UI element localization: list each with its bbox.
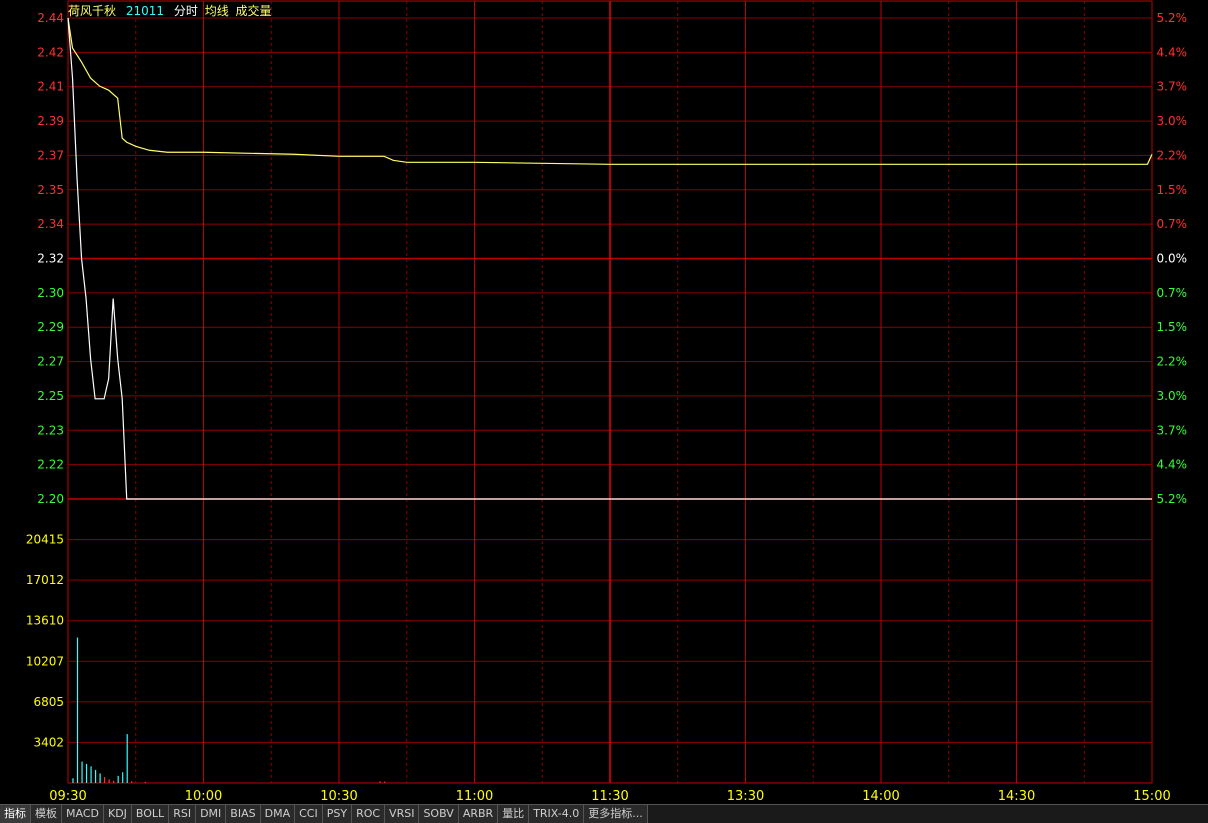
toolbar-item-17[interactable]: 更多指标...	[584, 805, 648, 823]
time-label: 11:30	[591, 789, 628, 804]
intraday-chart[interactable]: 2.44 5.2% 2.42 4.4% 2.41 3.7% 2.39 3.0% 2.37 2.2%…	[0, 0, 1208, 822]
pct-tick-label: 3.0%	[1157, 114, 1188, 128]
time-label: 09:30	[49, 789, 86, 804]
time-label: 14:00	[862, 789, 899, 804]
toolbar-item-10[interactable]: PSY	[322, 805, 353, 823]
time-label: 10:30	[320, 789, 357, 804]
stock-name: 荷风千秋	[68, 4, 117, 18]
toolbar-item-2[interactable]: MACD	[62, 805, 104, 823]
volume-tick-label: 10207	[26, 654, 64, 668]
legend-volume: 成交量	[235, 4, 272, 18]
stock-code: 21011	[125, 4, 165, 18]
time-label: 14:30	[998, 789, 1035, 804]
volume-tick-label: 3402	[33, 735, 64, 749]
price-tick-label: 2.30	[37, 286, 64, 300]
pct-tick-label: 5.2%	[1157, 11, 1188, 25]
pct-tick-label: 1.5%	[1157, 320, 1188, 334]
price-tick-label: 2.25	[37, 389, 64, 403]
pct-tick-label: 1.5%	[1157, 183, 1188, 197]
pct-tick-label: 0.7%	[1157, 286, 1188, 300]
pct-tick-label: 0.7%	[1157, 217, 1188, 231]
toolbar-item-6[interactable]: DMI	[196, 805, 227, 823]
toolbar-item-12[interactable]: VRSI	[385, 805, 420, 823]
time-label: 15:00	[1133, 789, 1170, 804]
price-tick-label: 2.39	[37, 114, 64, 128]
pct-tick-label: 4.4%	[1157, 458, 1188, 472]
volume-tick-label: 13610	[26, 614, 64, 628]
toolbar-item-4[interactable]: BOLL	[131, 805, 170, 823]
price-tick-label: 2.22	[37, 458, 64, 472]
price-tick-label: 2.44	[37, 11, 64, 25]
price-tick-label: 2.34	[37, 217, 64, 231]
time-label: 11:00	[456, 789, 493, 804]
time-label: 13:30	[727, 789, 764, 804]
indicator-toolbar: 指标 模板 MACD KDJ BOLL RSI DMI BIAS DMA CCI PSY ROC VRS…	[0, 804, 1208, 823]
price-tick-label: 2.37	[37, 148, 64, 162]
price-tick-label: 2.32	[37, 252, 64, 266]
price-tick-label: 2.23	[37, 423, 64, 437]
pct-tick-label: 3.0%	[1157, 389, 1188, 403]
legend-fenshi: 分时	[173, 4, 198, 18]
chart-header: 荷风千秋 21011 分时 均线 成交量	[68, 2, 278, 19]
pct-tick-label: 4.4%	[1157, 45, 1188, 59]
pct-tick-label: 0.0%	[1157, 252, 1188, 266]
price-tick-label: 2.35	[37, 183, 64, 197]
toolbar-item-15[interactable]: 量比	[498, 805, 530, 823]
pct-tick-label: 3.7%	[1157, 80, 1188, 94]
volume-tick-label: 20415	[26, 533, 64, 547]
price-tick-label: 2.20	[37, 492, 64, 506]
time-label: 10:00	[185, 789, 222, 804]
legend-junxian: 均线	[204, 4, 229, 18]
toolbar-item-0[interactable]: 指标	[0, 805, 31, 823]
toolbar-item-13[interactable]: SOBV	[419, 805, 459, 823]
price-tick-label: 2.41	[37, 80, 64, 94]
price-tick-label: 2.42	[37, 45, 64, 59]
toolbar-item-8[interactable]: DMA	[260, 805, 296, 823]
volume-tick-label: 6805	[33, 695, 64, 709]
pct-tick-label: 2.2%	[1157, 355, 1188, 369]
price-tick-label: 2.29	[37, 320, 64, 334]
toolbar-item-1[interactable]: 模板	[31, 805, 62, 823]
toolbar-item-14[interactable]: ARBR	[458, 805, 499, 823]
price-tick-label: 2.27	[37, 355, 64, 369]
toolbar-item-11[interactable]: ROC	[352, 805, 386, 823]
pct-tick-label: 2.2%	[1157, 148, 1188, 162]
pct-tick-label: 3.7%	[1157, 423, 1188, 437]
volume-tick-label: 17012	[26, 573, 64, 587]
toolbar-item-5[interactable]: RSI	[169, 805, 197, 823]
toolbar-item-9[interactable]: CCI	[295, 805, 323, 823]
toolbar-item-3[interactable]: KDJ	[103, 805, 132, 823]
toolbar-item-7[interactable]: BIAS	[226, 805, 261, 823]
pct-tick-label: 5.2%	[1157, 492, 1188, 506]
toolbar-item-16[interactable]: TRIX-4.0	[529, 805, 585, 823]
